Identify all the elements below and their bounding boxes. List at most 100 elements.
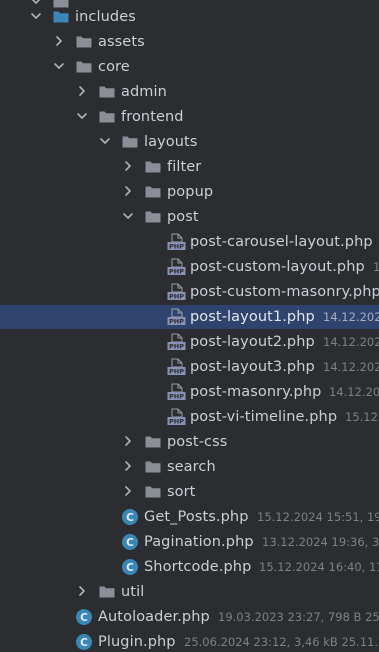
tree-item-label: frontend <box>121 109 184 125</box>
tree-item-meta: 13.12.2024 19:36, 3,4 <box>262 535 379 549</box>
chevron-right-icon[interactable] <box>120 155 136 179</box>
svg-text:C: C <box>126 562 134 574</box>
tree-folder-row[interactable]: post <box>0 205 379 229</box>
chevron-down-icon[interactable] <box>120 205 136 229</box>
tree-item-label: layouts <box>144 134 198 150</box>
chevron-down-icon[interactable] <box>97 130 113 154</box>
project-tree: includes assets core admin frontend layouts fi… <box>0 0 379 652</box>
folder-icon <box>98 108 116 126</box>
tree-item-label: post <box>167 209 199 225</box>
tree-item-label: post-css <box>167 434 228 450</box>
tree-file-row[interactable]: C Get_Posts.php 15.12.2024 15:51, 19,8 <box>0 505 379 529</box>
folder-icon <box>52 8 70 26</box>
chevron-right-icon[interactable] <box>120 480 136 504</box>
tree-item-label: post-vi-timeline.php <box>190 409 338 425</box>
svg-text:PHP: PHP <box>169 318 184 326</box>
tree-item-label: post-layout2.php <box>190 334 315 350</box>
php-class-icon: C <box>121 558 139 576</box>
folder-icon <box>144 183 162 201</box>
tree-item-label: admin <box>121 84 167 100</box>
tree-item-label: post-custom-masonry.php <box>190 284 379 300</box>
tree-file-row[interactable]: PHP post-masonry.php 14.12.20 <box>0 380 379 404</box>
chevron-right-icon[interactable] <box>120 455 136 479</box>
folder-icon <box>144 483 162 501</box>
svg-text:C: C <box>126 537 134 549</box>
tree-folder-row[interactable]: layouts <box>0 130 379 154</box>
php-class-icon: C <box>75 608 93 626</box>
tree-item-label: Get_Posts.php <box>144 509 249 525</box>
tree-file-row[interactable]: PHP post-vi-timeline.php 15.12.2 <box>0 405 379 429</box>
svg-text:C: C <box>80 637 88 649</box>
tree-item-label: util <box>121 584 145 600</box>
tree-file-row[interactable]: PHP post-layout3.php 14.12.2024 <box>0 355 379 379</box>
tree-item-label: filter <box>167 159 202 175</box>
svg-text:PHP: PHP <box>169 418 184 426</box>
tree-file-row[interactable]: C Autoloader.php 19.03.2023 23:27, 798 B 2… <box>0 605 379 629</box>
svg-text:PHP: PHP <box>169 293 184 301</box>
tree-item-meta: 15.12.2024 15:51, 19,8 <box>257 510 379 524</box>
folder-icon <box>144 158 162 176</box>
tree-file-row[interactable]: PHP post-custom-layout.php 13 <box>0 255 379 279</box>
tree-item-meta: 14.12.2024 <box>323 360 379 374</box>
folder-icon <box>75 58 93 76</box>
php-class-icon: C <box>121 508 139 526</box>
tree-item-meta: 14.12.2024 <box>323 335 379 349</box>
tree-file-row[interactable]: PHPpost-carousel-layout.php1 <box>0 230 379 254</box>
php-file-icon: PHP <box>167 283 186 301</box>
tree-item-meta: 14.12.20 <box>329 385 379 399</box>
tree-item-label: post-layout3.php <box>190 359 315 375</box>
folder-icon <box>98 83 116 101</box>
tree-folder-row[interactable]: sort <box>0 480 379 504</box>
folder-icon <box>144 458 162 476</box>
tree-item-label: popup <box>167 184 214 200</box>
tree-folder-row[interactable]: filter <box>0 155 379 179</box>
tree-file-row[interactable]: C Pagination.php 13.12.2024 19:36, 3,4 <box>0 530 379 554</box>
tree-item-meta: 25.06.2024 23:12, 3,46 kB 25.11.20 <box>184 635 379 649</box>
php-class-icon: C <box>121 533 139 551</box>
svg-text:PHP: PHP <box>169 268 184 276</box>
tree-folder-row[interactable]: frontend <box>0 105 379 129</box>
chevron-right-icon[interactable] <box>120 180 136 204</box>
svg-text:PHP: PHP <box>169 393 184 401</box>
tree-item-label: core <box>98 59 130 75</box>
folder-icon <box>144 208 162 226</box>
chevron-down-icon[interactable] <box>74 105 90 129</box>
tree-file-row[interactable]: C Plugin.php 25.06.2024 23:12, 3,46 kB 25.… <box>0 630 379 652</box>
tree-file-row[interactable]: PHP post-layout2.php 14.12.2024 <box>0 330 379 354</box>
tree-item-label: post-layout1.php <box>190 309 315 325</box>
tree-folder-row[interactable]: post-css <box>0 430 379 454</box>
tree-folder-row[interactable]: search <box>0 455 379 479</box>
chevron-right-icon[interactable] <box>51 30 67 54</box>
folder-icon <box>144 433 162 451</box>
svg-text:PHP: PHP <box>169 343 184 351</box>
chevron-down-icon[interactable] <box>51 55 67 79</box>
php-file-icon: PHP <box>167 308 186 326</box>
folder-icon <box>98 583 116 601</box>
php-class-icon: C <box>75 633 93 651</box>
chevron-right-icon[interactable] <box>120 430 136 454</box>
tree-folder-row[interactable]: core <box>0 55 379 79</box>
php-file-icon: PHP <box>167 258 186 276</box>
folder-icon <box>75 33 93 51</box>
php-file-icon: PHP <box>167 333 186 351</box>
tree-item-meta: 14.12.2024 <box>323 310 379 324</box>
tree-folder-row[interactable]: admin <box>0 80 379 104</box>
tree-folder-row[interactable]: popup <box>0 180 379 204</box>
tree-file-row[interactable]: PHP post-layout1.php 14.12.2024 <box>0 305 379 329</box>
tree-folder-row[interactable]: includes <box>0 5 379 29</box>
tree-folder-row[interactable]: assets <box>0 30 379 54</box>
tree-item-meta: 19.03.2023 23:27, 798 B 25.1 <box>218 610 379 624</box>
php-file-icon: PHP <box>167 233 186 251</box>
tree-item-label: post-masonry.php <box>190 384 322 400</box>
tree-folder-row[interactable]: util <box>0 580 379 604</box>
chevron-right-icon[interactable] <box>74 80 90 104</box>
tree-item-label: search <box>167 459 216 475</box>
svg-text:PHP: PHP <box>169 243 184 251</box>
tree-item-meta: 15.12.2024 16:40, 11, <box>259 560 379 574</box>
tree-file-row[interactable]: C Shortcode.php 15.12.2024 16:40, 11, <box>0 555 379 579</box>
chevron-down-icon[interactable] <box>28 5 44 29</box>
tree-file-row[interactable]: PHP post-custom-masonry.php <box>0 280 379 304</box>
chevron-right-icon[interactable] <box>74 580 90 604</box>
tree-item-label: Autoloader.php <box>98 609 210 625</box>
svg-text:C: C <box>80 612 88 624</box>
